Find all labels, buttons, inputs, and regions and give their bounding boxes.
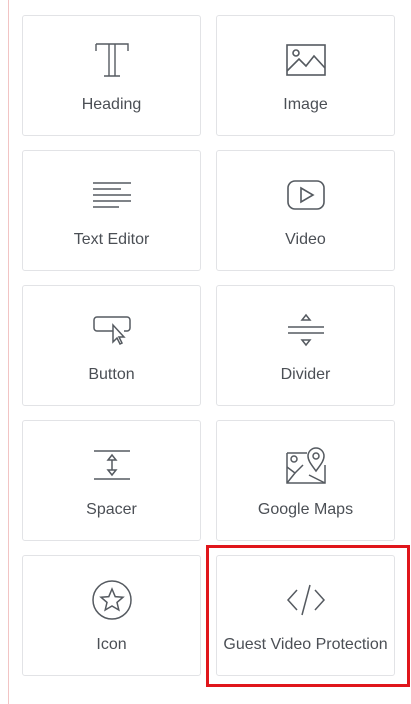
google-maps-icon [284,443,328,487]
spacer-icon [90,443,134,487]
widget-label: Video [285,231,326,248]
button-icon [90,308,134,352]
widget-spacer[interactable]: Spacer [22,420,201,541]
text-editor-icon [90,173,134,217]
widget-heading[interactable]: Heading [22,15,201,136]
widget-guest-video-protection[interactable]: Guest Video Protection [216,555,395,676]
widget-label: Button [88,366,135,383]
heading-icon [90,38,134,82]
widget-label: Image [283,96,328,113]
widget-label: Icon [96,636,127,653]
divider-icon [284,308,328,352]
video-icon [284,173,328,217]
panel-left-border [8,0,9,704]
widget-video[interactable]: Video [216,150,395,271]
widget-divider[interactable]: Divider [216,285,395,406]
widget-text-editor[interactable]: Text Editor [22,150,201,271]
widget-label: Divider [280,366,331,383]
image-icon [284,38,328,82]
star-icon [90,578,134,622]
widget-grid: Heading Image Text Editor Video Button D… [22,15,395,676]
code-icon [284,578,328,622]
widget-label: Guest Video Protection [223,636,388,653]
widget-image[interactable]: Image [216,15,395,136]
widget-label: Google Maps [257,501,354,518]
widget-google-maps[interactable]: Google Maps [216,420,395,541]
widget-label: Spacer [86,501,137,518]
widget-icon[interactable]: Icon [22,555,201,676]
widget-label: Text Editor [73,231,150,248]
widget-button[interactable]: Button [22,285,201,406]
widget-label: Heading [81,96,142,113]
